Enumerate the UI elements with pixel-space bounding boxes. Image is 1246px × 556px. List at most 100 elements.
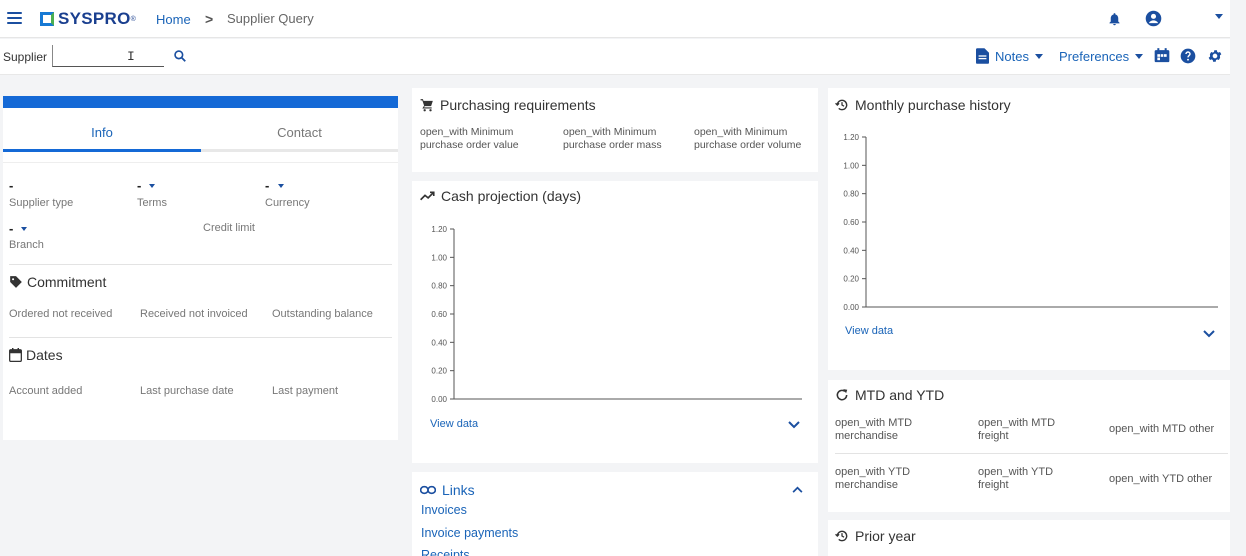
purchasing-requirements-title-text: Purchasing requirements bbox=[440, 97, 596, 113]
supplier-input[interactable] bbox=[52, 45, 164, 67]
y-tick-label: 0.00 bbox=[431, 395, 447, 404]
breadcrumb-current: Supplier Query bbox=[227, 11, 314, 26]
mtd-ytd-divider bbox=[835, 453, 1228, 454]
mtd-ytd-title-text: MTD and YTD bbox=[855, 387, 945, 403]
document-icon bbox=[976, 48, 989, 64]
y-tick-label: 1.20 bbox=[843, 133, 859, 142]
cash-projection-view-data-link[interactable]: View data bbox=[430, 418, 478, 430]
calendar-grid-icon[interactable] bbox=[1154, 48, 1170, 63]
mtd-freight-field[interactable]: open_with MTD freight bbox=[978, 417, 1055, 443]
history-icon bbox=[835, 530, 848, 542]
section-divider bbox=[9, 337, 392, 338]
prior-year-card: Prior year bbox=[828, 520, 1230, 556]
commitment-title: Commitment bbox=[9, 274, 106, 290]
notes-label: Notes bbox=[995, 48, 1029, 64]
top-bar: SYSPRO ® Home > Supplier Query bbox=[0, 0, 1230, 38]
mtd-merchandise-field[interactable]: open_with MTD merchandise bbox=[835, 417, 912, 443]
link-invoice-payments[interactable]: Invoice payments bbox=[421, 526, 518, 540]
link-receipts[interactable]: Receipts bbox=[421, 548, 470, 556]
account-added-label: Account added bbox=[9, 385, 83, 397]
cash-projection-card: Cash projection (days) View data 1.20 1.0… bbox=[412, 181, 818, 463]
purchasing-requirements-title: Purchasing requirements bbox=[420, 97, 596, 113]
tab-contact[interactable]: Contact bbox=[201, 114, 398, 152]
min-po-mass-line1: open_with Minimum bbox=[563, 126, 657, 138]
supplier-type-label: Supplier type bbox=[9, 197, 74, 209]
chevron-up-icon[interactable] bbox=[792, 486, 803, 493]
supplier-panel: Info Contact - Supplier type - Terms - C… bbox=[3, 96, 398, 440]
supplier-header-bar bbox=[3, 96, 398, 108]
y-tick-label: 0.20 bbox=[431, 367, 447, 376]
branch-label: Branch bbox=[9, 239, 44, 251]
breadcrumb-home[interactable]: Home bbox=[156, 12, 191, 27]
link-invoices[interactable]: Invoices bbox=[421, 503, 467, 517]
y-tick-label: 0.80 bbox=[843, 190, 859, 199]
dates-title: Dates bbox=[9, 347, 63, 363]
min-po-volume-line1: open_with Minimum bbox=[694, 126, 788, 138]
mtd-ytd-card: MTD and YTD open_with MTD merchandise ope… bbox=[828, 380, 1230, 512]
ytd-merchandise-field[interactable]: open_with YTD merchandise bbox=[835, 466, 910, 492]
ytd-other-field[interactable]: open_with YTD other bbox=[1109, 473, 1212, 486]
chevron-down-icon[interactable] bbox=[788, 421, 800, 429]
currency-value[interactable]: - bbox=[265, 178, 269, 193]
min-po-value-line2: purchase order value bbox=[420, 139, 519, 151]
min-po-volume-field[interactable]: open_with Minimum purchase order volume bbox=[694, 126, 801, 152]
outstanding-balance-label: Outstanding balance bbox=[272, 308, 373, 320]
link-icon bbox=[420, 485, 436, 495]
currency-chevron-icon[interactable] bbox=[278, 184, 284, 188]
ytd-freight-field[interactable]: open_with YTD freight bbox=[978, 466, 1053, 492]
mtd-merchandise-line1: open_with MTD bbox=[835, 417, 913, 429]
terms-value[interactable]: - bbox=[137, 178, 141, 193]
search-icon[interactable] bbox=[173, 49, 187, 63]
mtd-freight-line2: freight bbox=[978, 430, 1009, 442]
ytd-merchandise-line1: open_with YTD bbox=[835, 466, 911, 478]
calendar-icon bbox=[9, 348, 22, 362]
chevron-down-icon[interactable] bbox=[1203, 330, 1215, 338]
min-po-mass-line2: purchase order mass bbox=[563, 139, 662, 151]
shopping-cart-icon bbox=[420, 99, 433, 112]
chevron-down-icon bbox=[1135, 54, 1144, 59]
links-card: Links Invoices Invoice payments Receipts bbox=[412, 472, 818, 556]
bell-icon[interactable] bbox=[1107, 11, 1122, 27]
preferences-button[interactable]: Preferences bbox=[1059, 49, 1144, 64]
branch-chevron-icon[interactable] bbox=[21, 227, 27, 231]
terms-chevron-icon[interactable] bbox=[149, 184, 155, 188]
breadcrumb-separator-icon: > bbox=[205, 11, 214, 27]
min-po-value-field[interactable]: open_with Minimum purchase order value bbox=[420, 126, 519, 152]
mtd-other-field[interactable]: open_with MTD other bbox=[1109, 423, 1214, 436]
y-tick-label: 0.40 bbox=[843, 246, 859, 255]
tab-info[interactable]: Info bbox=[3, 114, 201, 152]
user-menu-chevron-icon[interactable] bbox=[1215, 14, 1223, 19]
tabs-divider bbox=[3, 162, 398, 163]
monthly-history-view-data-link[interactable]: View data bbox=[845, 325, 893, 337]
supplier-type-value: - bbox=[9, 178, 14, 193]
last-payment-label: Last payment bbox=[272, 385, 339, 397]
brand-trademark: ® bbox=[130, 15, 136, 23]
y-tick-label: 0.60 bbox=[431, 310, 447, 319]
ytd-freight-line1: open_with YTD bbox=[978, 466, 1054, 478]
ordered-not-received-label: Ordered not received bbox=[9, 308, 113, 320]
user-avatar-icon[interactable] bbox=[1145, 10, 1162, 27]
brand-name: SYSPRO bbox=[58, 9, 131, 28]
gear-icon[interactable] bbox=[1207, 48, 1223, 64]
y-tick-label: 1.00 bbox=[843, 161, 859, 170]
mtd-merchandise-line2: merchandise bbox=[835, 430, 898, 442]
supplier-label: Supplier bbox=[3, 50, 48, 64]
min-po-mass-field[interactable]: open_with Minimum purchase order mass bbox=[563, 126, 662, 152]
branch-value[interactable]: - bbox=[9, 221, 13, 236]
tag-icon bbox=[10, 276, 22, 288]
y-tick-label: 1.20 bbox=[431, 225, 447, 234]
y-tick-label: 0.20 bbox=[843, 275, 859, 284]
links-title-text: Links bbox=[442, 482, 475, 498]
notes-button[interactable]: Notes bbox=[976, 48, 1043, 64]
y-tick-label: 0.40 bbox=[431, 338, 447, 347]
commitment-title-text: Commitment bbox=[27, 274, 107, 290]
logo[interactable]: SYSPRO ® bbox=[40, 9, 136, 29]
chart-axes: 1.20 1.00 0.80 0.60 0.40 0.20 0.00 bbox=[843, 133, 1218, 312]
help-icon[interactable] bbox=[1180, 48, 1196, 64]
links-title: Links bbox=[420, 482, 475, 498]
mtd-ytd-title: MTD and YTD bbox=[835, 387, 944, 403]
ytd-freight-line2: freight bbox=[978, 479, 1009, 491]
menu-icon[interactable] bbox=[7, 12, 22, 25]
section-divider bbox=[9, 264, 392, 265]
received-not-invoiced-label: Received not invoiced bbox=[140, 308, 248, 320]
